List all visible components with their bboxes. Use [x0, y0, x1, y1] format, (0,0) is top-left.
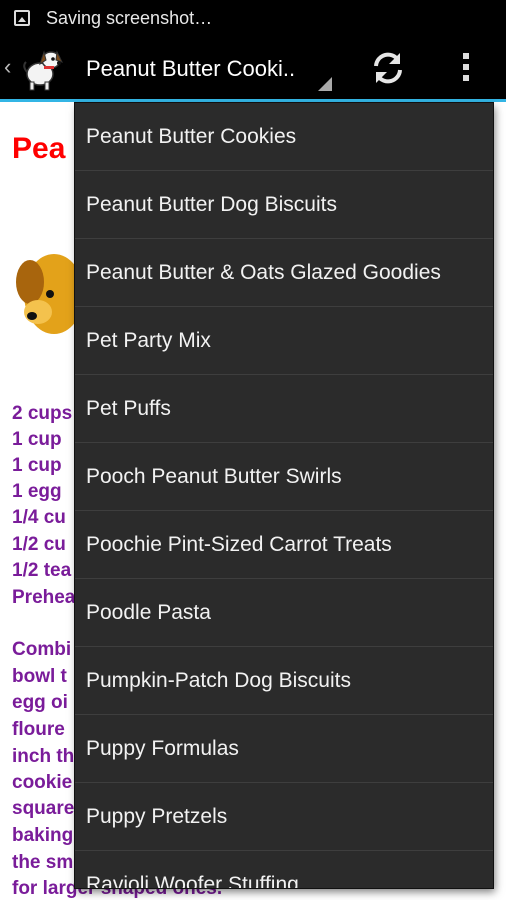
instruction-line: floure — [12, 719, 65, 740]
ingredient-line: 1/2 tea — [12, 560, 72, 581]
instruction-line: egg oi — [12, 692, 68, 713]
ingredient-line: 1 egg — [12, 481, 62, 502]
recipe-dropdown-list[interactable]: Peanut Butter Cookies Peanut Butter Dog … — [75, 103, 493, 888]
instruction-line: the sm — [12, 852, 74, 873]
spinner-arrow-icon — [318, 77, 332, 91]
dropdown-item[interactable]: Pet Party Mix — [75, 307, 493, 375]
dropdown-item[interactable]: Poodle Pasta — [75, 579, 493, 647]
ingredient-line: 1/2 cu — [12, 534, 66, 555]
dropdown-item[interactable]: Puppy Formulas — [75, 715, 493, 783]
dog-face-icon — [16, 254, 84, 334]
instruction-line: bowl t — [12, 666, 67, 687]
instruction-line: Combi — [12, 639, 72, 660]
ingredient-line: 1/4 cu — [12, 507, 66, 528]
ingredient-line: 1 cup — [12, 429, 62, 450]
instruction-line: Prehea — [12, 587, 76, 608]
instruction-line: inch th — [12, 746, 75, 767]
status-text: Saving screenshot… — [46, 7, 213, 28]
dropdown-item[interactable]: Peanut Butter Dog Biscuits — [75, 171, 493, 239]
action-bar: ‹ Peanut Butter Cooki.. — [0, 36, 506, 102]
chevron-left-icon[interactable]: ‹ — [4, 56, 11, 78]
dog-app-icon[interactable] — [18, 42, 68, 92]
dropdown-item[interactable]: Peanut Butter & Oats Glazed Goodies — [75, 239, 493, 307]
instruction-line: baking — [12, 825, 74, 846]
recipe-spinner[interactable]: Peanut Butter Cooki.. — [76, 36, 332, 99]
dropdown-item[interactable]: Ravioli Woofer Stuffing — [75, 851, 493, 889]
dropdown-item[interactable]: Pooch Peanut Butter Swirls — [75, 443, 493, 511]
ingredient-line: 2 cups — [12, 403, 73, 424]
dropdown-item[interactable]: Pumpkin-Patch Dog Biscuits — [75, 647, 493, 715]
status-bar: Saving screenshot… — [0, 0, 506, 36]
overflow-menu-icon[interactable] — [456, 50, 476, 86]
dropdown-item[interactable]: Peanut Butter Cookies — [75, 103, 493, 171]
dropdown-item[interactable]: Puppy Pretzels — [75, 783, 493, 851]
dropdown-item[interactable]: Poochie Pint-Sized Carrot Treats — [75, 511, 493, 579]
instruction-line: square — [12, 798, 75, 819]
dropdown-item[interactable]: Pet Puffs — [75, 375, 493, 443]
image-icon — [14, 10, 30, 26]
page-title: Pea — [12, 132, 66, 165]
ingredient-line: 1 cup — [12, 455, 62, 476]
instruction-line: cookie — [12, 772, 73, 793]
spinner-label: Peanut Butter Cooki.. — [86, 56, 296, 81]
refresh-icon[interactable] — [370, 50, 406, 86]
